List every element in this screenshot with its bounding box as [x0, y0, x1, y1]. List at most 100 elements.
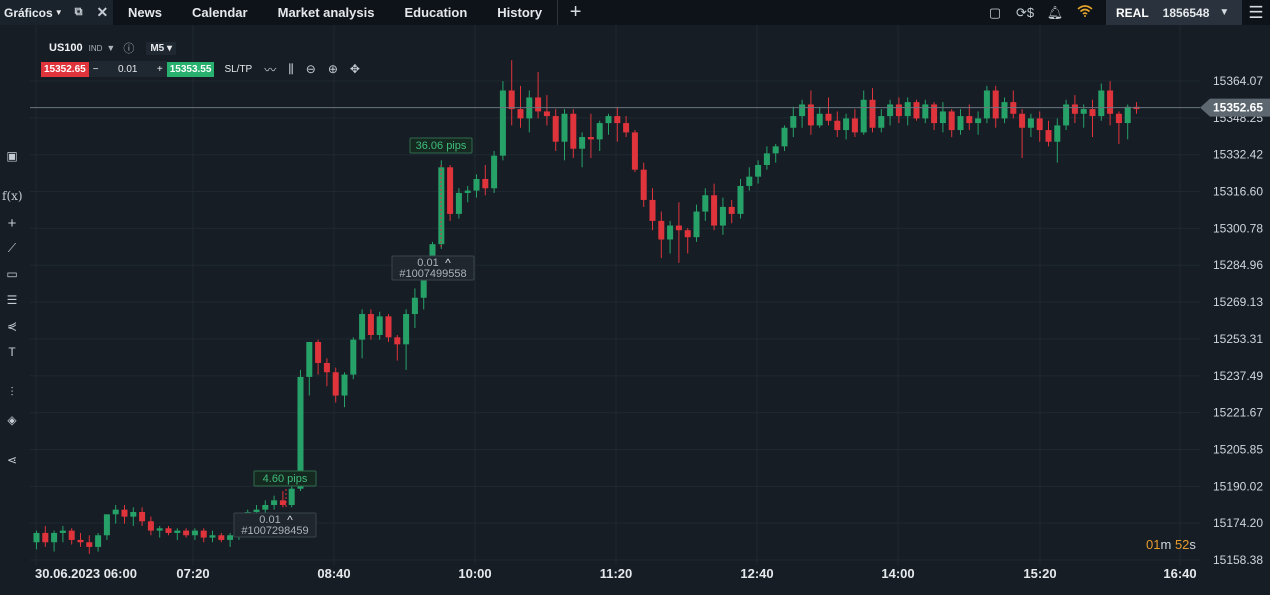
add-tab-button[interactable]: +: [558, 0, 593, 25]
candle-body: [253, 509, 260, 512]
account-selector[interactable]: REAL 1856548 ▼: [1106, 0, 1242, 25]
candle-body: [499, 90, 506, 156]
tab-graficos-label: Gráficos: [4, 5, 53, 20]
candle-body: [77, 539, 84, 543]
price-tick-label: 15174.20: [1213, 516, 1263, 530]
candle-body: [711, 195, 718, 226]
candle-body: [763, 153, 770, 165]
candle-body: [658, 220, 665, 240]
candle-body: [772, 146, 779, 154]
time-tick-label: 11:20: [600, 566, 633, 581]
popout-icon[interactable]: ⧉: [75, 6, 83, 19]
fibonacci-icon[interactable]: ☰: [2, 293, 22, 307]
candle-body: [851, 118, 858, 133]
candle-body: [1027, 118, 1034, 128]
minus-icon[interactable]: −: [93, 64, 99, 75]
line-chart-icon[interactable]: 〰: [264, 61, 276, 78]
candle-body: [350, 339, 357, 375]
time-tick-label: 14:00: [881, 566, 914, 581]
screen-icon[interactable]: ▣: [2, 149, 22, 163]
timeframe-label: M5: [150, 42, 165, 54]
candle-body: [561, 113, 568, 142]
zoom-out-icon[interactable]: ⊖: [306, 62, 316, 76]
pitchfork-icon[interactable]: ⋞: [2, 319, 22, 333]
candle-body: [139, 511, 146, 522]
candle-body: [535, 97, 542, 112]
candle-body: [385, 316, 392, 338]
candle-body: [913, 102, 920, 119]
candle-body: [684, 230, 691, 238]
candle-type-icon[interactable]: ⫼: [288, 62, 294, 77]
line-tool-icon[interactable]: ⟋: [2, 241, 22, 256]
indicators-icon[interactable]: ⫶: [2, 385, 22, 400]
candle-body: [508, 90, 515, 110]
candle-body: [394, 337, 401, 345]
screen-icon[interactable]: ▢: [980, 5, 1010, 21]
zoom-in-icon[interactable]: ⊕: [328, 62, 338, 76]
candle-body: [359, 314, 366, 340]
candle-body: [130, 511, 137, 517]
sell-button[interactable]: 15352.65: [41, 61, 89, 77]
nav-education[interactable]: Education: [389, 0, 482, 25]
bell-icon[interactable]: 🔔︎: [1040, 5, 1070, 21]
order-id: #1007499558: [399, 268, 466, 280]
nav-calendar[interactable]: Calendar: [177, 0, 263, 25]
layers-icon[interactable]: ◈: [2, 413, 22, 427]
lot-value[interactable]: 0.01: [118, 64, 137, 75]
nav-history[interactable]: History: [482, 0, 557, 25]
rectangle-icon[interactable]: ▭: [2, 267, 22, 281]
close-icon[interactable]: ✕: [96, 4, 108, 21]
candle-body: [746, 176, 753, 186]
candle-body: [975, 118, 982, 124]
candle-body: [464, 190, 471, 193]
candle-body: [570, 113, 577, 149]
chevron-down-icon[interactable]: ▼: [55, 8, 63, 17]
tab-graficos[interactable]: Gráficos ▼ ⧉ ✕: [0, 0, 113, 25]
symbol-type: IND: [88, 43, 103, 53]
candle-body: [957, 116, 964, 131]
share-icon[interactable]: ⋖: [2, 453, 22, 467]
currency-icon[interactable]: ⟳$: [1010, 5, 1040, 21]
price-tick-label: 15300.78: [1213, 221, 1263, 235]
function-icon[interactable]: f(x): [2, 189, 23, 203]
candle-body: [579, 137, 586, 149]
candle-body: [790, 116, 797, 128]
candle-body: [1054, 125, 1061, 142]
buy-button[interactable]: 15353.55: [166, 61, 215, 77]
nav-news[interactable]: News: [113, 0, 177, 25]
candle-body: [279, 500, 286, 505]
hamburger-menu-icon[interactable]: ☰: [1242, 3, 1270, 23]
candle-body: [922, 104, 929, 119]
move-icon[interactable]: ✥: [350, 62, 360, 76]
candle-body: [799, 104, 806, 117]
candle-body: [1071, 104, 1078, 114]
candle-body: [631, 132, 638, 170]
chevron-down-icon[interactable]: ▼: [106, 43, 115, 53]
candle-body: [482, 178, 489, 189]
candle-body: [174, 530, 181, 533]
chart-panel[interactable]: 15364.07 15348.25 15332.42 15316.60 15300.78…: [0, 25, 1270, 590]
candle-body: [1089, 109, 1096, 117]
info-icon[interactable]: ⓘ: [123, 40, 134, 56]
account-mode: REAL: [1116, 5, 1149, 20]
drawing-toolbar: ▣ f(x) + ⟋ ▭ ☰ ⋞ T ⫶ ◈ ⋖: [0, 25, 24, 590]
candle-body: [887, 104, 894, 117]
nav-market-analysis[interactable]: Market analysis: [263, 0, 390, 25]
candle-body: [675, 225, 682, 231]
symbol-name[interactable]: US100: [49, 42, 83, 54]
pips-label: 36.06 pips: [416, 140, 467, 152]
timeframe-selector[interactable]: M5 ▾: [146, 41, 177, 55]
crosshair-icon[interactable]: +: [2, 215, 22, 232]
candle-body: [878, 116, 885, 128]
price-tick-label: 15364.07: [1213, 74, 1263, 88]
candle-body: [315, 341, 322, 363]
wifi-icon: [1070, 5, 1100, 20]
plus-icon[interactable]: +: [157, 64, 163, 75]
price-chart[interactable]: 15364.0715348.2515332.4215316.6015300.78…: [0, 25, 1270, 590]
text-icon[interactable]: T: [2, 345, 22, 359]
lot-stepper[interactable]: − 0.01 +: [88, 61, 167, 77]
instrument-header: US100 IND ▼ ⓘ M5 ▾: [44, 40, 177, 56]
sltp-button[interactable]: SL/TP: [224, 64, 252, 75]
candle-body: [42, 532, 49, 543]
candle-body: [517, 109, 524, 119]
